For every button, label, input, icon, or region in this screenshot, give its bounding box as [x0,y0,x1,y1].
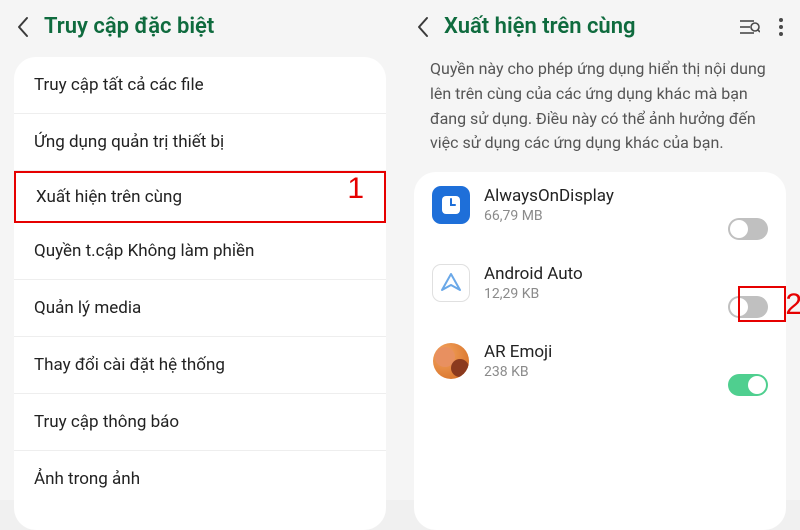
settings-list: Truy cập tất cả các file Ứng dụng quản t… [14,57,386,530]
back-icon[interactable] [416,16,430,38]
list-item-modify-system[interactable]: Thay đổi cài đặt hệ thống [14,337,386,394]
app-item-alwaysondisplay[interactable]: AlwaysOnDisplay 66,79 MB [414,172,786,250]
page-title: Xuất hiện trên cùng [444,14,636,39]
list-item-appear-on-top[interactable]: Xuất hiện trên cùng [14,171,386,223]
screen-special-access: Truy cập đặc biệt Truy cập tất cả các fi… [0,0,400,500]
header: Truy cập đặc biệt [0,0,400,57]
list-item-notification-access[interactable]: Truy cập thông báo [14,394,386,451]
toggle-alwaysondisplay[interactable] [728,218,768,240]
app-name: AlwaysOnDisplay [484,186,768,206]
screen-appear-on-top: Xuất hiện trên cùng Quyền này [400,0,800,500]
more-icon[interactable] [778,17,784,37]
app-size: 66,79 MB [484,208,768,224]
app-list: AlwaysOnDisplay 66,79 MB Android Auto 12… [414,172,786,530]
search-filter-icon[interactable] [738,17,760,37]
toggle-androidauto[interactable] [728,296,768,318]
permission-description: Quyền này cho phép ứng dụng hiển thị nội… [400,57,800,172]
app-item-aremoji[interactable]: AR Emoji 238 KB [414,328,786,406]
app-name: Android Auto [484,264,768,284]
annotation-1: 1 [347,172,364,206]
back-icon[interactable] [16,16,30,38]
list-item-device-admin[interactable]: Ứng dụng quản trị thiết bị [14,114,386,171]
header: Xuất hiện trên cùng [400,0,800,57]
list-item-media-mgmt[interactable]: Quản lý media [14,280,386,337]
annotation-2: 2 [785,288,800,322]
app-size: 12,29 KB [484,286,768,302]
app-name: AR Emoji [484,342,768,362]
app-icon-androidauto [432,264,470,302]
app-icon-aremoji [432,342,470,380]
toggle-aremoji[interactable] [728,374,768,396]
app-size: 238 KB [484,364,768,380]
list-item-all-files[interactable]: Truy cập tất cả các file [14,57,386,114]
list-item-dnd-access[interactable]: Quyền t.cập Không làm phiền [14,223,386,280]
app-icon-clock [432,186,470,224]
app-item-androidauto[interactable]: Android Auto 12,29 KB [414,250,786,328]
page-title: Truy cập đặc biệt [44,14,214,39]
list-item-pip[interactable]: Ảnh trong ảnh [14,451,386,507]
